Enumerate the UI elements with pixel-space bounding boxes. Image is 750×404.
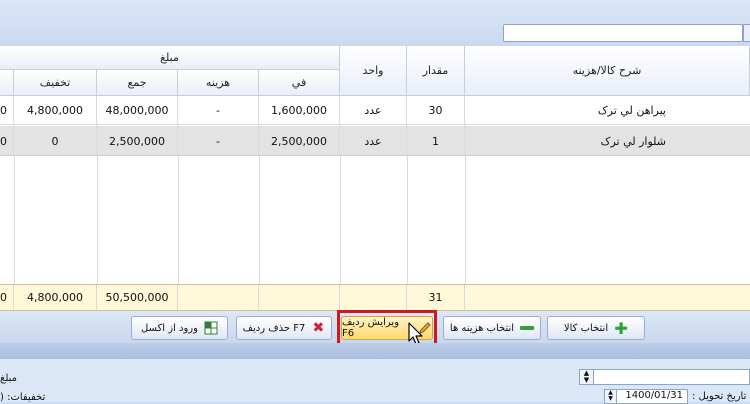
- separator-strip: [0, 343, 750, 359]
- footer-unit-price: [259, 285, 340, 310]
- footer-cost: [178, 285, 259, 310]
- import-excel-button[interactable]: ورود از اکسل: [131, 316, 228, 340]
- date-spin-icon[interactable]: ▲ ▼: [605, 390, 617, 403]
- select-item-label: انتخاب کالا: [563, 322, 609, 334]
- cell-unit-price: 2,500,000: [259, 126, 340, 156]
- select-cost-label: انتخاب هزینه ها: [449, 322, 515, 334]
- cell-description: شلوار لي ترک: [600, 134, 666, 148]
- cell-total: 48,000,000: [97, 96, 178, 125]
- table-row[interactable]: پیراهن لي ترک 30 عدد 1,600,000 - 48,000,…: [0, 96, 750, 125]
- header-cost-label: هزینه: [205, 76, 231, 89]
- footer-edge: 0: [0, 285, 14, 310]
- items-grid: شرح کالا/هزینه مقدار واحد مبلغ في هزینه …: [0, 46, 750, 311]
- cell-description: پیراهن لي ترک: [597, 104, 666, 117]
- header-quantity-label: مقدار: [422, 64, 449, 77]
- cell-unit: عدد: [340, 96, 407, 125]
- header-unit[interactable]: واحد: [340, 46, 407, 96]
- cell-cost: -: [178, 126, 259, 156]
- excel-icon: [204, 321, 218, 335]
- cell-edge: 0: [0, 96, 14, 125]
- cell-discount: 4,800,000: [14, 96, 97, 125]
- cell-unit-price: 1,600,000: [259, 96, 340, 125]
- import-excel-label: ورود از اکسل: [141, 322, 198, 334]
- top-combobox-button[interactable]: [743, 24, 750, 42]
- select-cost-button[interactable]: انتخاب هزینه ها: [443, 316, 541, 340]
- footer-quantity: 31: [407, 285, 465, 310]
- cell-quantity: 1: [407, 126, 465, 156]
- spin-buttons-icon[interactable]: ▲ ▼: [580, 370, 594, 384]
- header-description-label: شرح کالا/هزینه: [572, 64, 642, 77]
- header-discount[interactable]: تخفیف: [14, 70, 97, 96]
- footer-unit: [340, 285, 407, 310]
- bottom-textbox[interactable]: ▲ ▼: [579, 369, 750, 385]
- header-total[interactable]: جمع: [97, 70, 178, 96]
- minus-icon: [520, 321, 535, 335]
- cell-edge: 0: [0, 126, 14, 156]
- header-cost[interactable]: هزینه: [178, 70, 259, 96]
- header-edge: [0, 70, 14, 96]
- amount-label: مبلغ: [0, 373, 18, 384]
- header-total-label: جمع: [127, 76, 147, 89]
- cell-total: 2,500,000: [97, 126, 178, 156]
- cell-discount: 0: [14, 126, 97, 156]
- header-unit-label: واحد: [362, 64, 384, 77]
- header-description[interactable]: شرح کالا/هزینه: [465, 46, 750, 96]
- x-icon: ✖: [312, 320, 325, 336]
- header-quantity[interactable]: مقدار: [407, 46, 465, 96]
- delete-row-button[interactable]: حذف ردیف F7 ✖: [236, 316, 332, 340]
- table-row[interactable]: شلوار لي ترک 1 عدد 2,500,000 - 2,500,000…: [0, 126, 750, 156]
- footer-total: 50,500,000: [97, 285, 178, 310]
- top-combobox[interactable]: [503, 24, 743, 42]
- header-unit-price[interactable]: في: [259, 70, 340, 96]
- delivery-date-label: تاریخ تحویل :: [692, 391, 747, 402]
- delivery-date-value: 1400/01/31: [625, 390, 683, 401]
- bottom-panel: ▲ ▼ ▲ ▼ 1400/01/31 تاریخ تحویل : مبلغ تخفی…: [0, 359, 750, 404]
- totals-row: 31 50,500,000 4,800,000 0: [0, 284, 750, 311]
- header-unit-price-label: في: [291, 76, 307, 89]
- footer-discount: 4,800,000: [14, 285, 97, 310]
- footer-description: [465, 285, 750, 310]
- header-discount-label: تخفیف: [39, 76, 71, 89]
- discounts-label: تخفیفات: (: [0, 392, 46, 403]
- header-amount-group-label: مبلغ: [160, 51, 179, 64]
- cell-quantity: 30: [407, 96, 465, 125]
- cell-cost: -: [178, 96, 259, 125]
- delete-row-label: حذف ردیف F7: [242, 322, 306, 334]
- cell-unit: عدد: [340, 126, 407, 156]
- plus-icon: ✚: [614, 318, 628, 338]
- select-item-button[interactable]: انتخاب کالا ✚: [547, 316, 645, 340]
- header-amount-group: مبلغ: [0, 46, 340, 70]
